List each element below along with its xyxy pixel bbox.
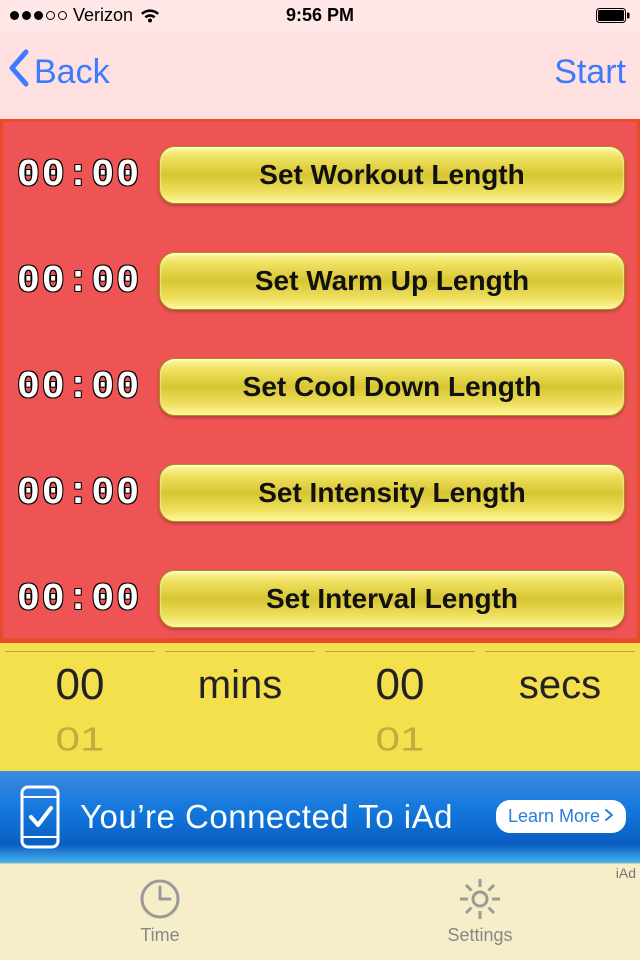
ad-text: You’re Connected To iAd [80, 798, 496, 836]
phone-check-icon [14, 783, 66, 851]
ad-banner[interactable]: You’re Connected To iAd Learn More [0, 771, 640, 863]
time-workout: 00:00 [15, 154, 143, 197]
learn-more-label: Learn More [508, 806, 600, 827]
time-cooldown: 00:00 [15, 366, 143, 409]
learn-more-button[interactable]: Learn More [496, 800, 626, 833]
tab-settings[interactable]: Settings [320, 864, 640, 960]
nav-bar: Back Start [0, 32, 640, 120]
time-picker[interactable]: 00 01 mins 00 01 secs [0, 641, 640, 770]
picker-seconds-value: 00 [376, 652, 425, 718]
gear-icon [458, 877, 502, 921]
signal-strength-icon [10, 11, 67, 20]
row-workout: 00:00 Set Workout Length [15, 146, 625, 204]
picker-seconds-label: secs [519, 652, 601, 718]
time-interval: 00:00 [15, 578, 143, 621]
set-interval-length-button[interactable]: Set Interval Length [159, 570, 625, 628]
picker-minutes-label: mins [198, 652, 282, 718]
back-button[interactable]: Back [6, 48, 110, 97]
picker-minutes-value: 00 [56, 652, 105, 718]
status-time: 9:56 PM [286, 5, 354, 26]
battery-icon [596, 8, 630, 23]
row-interval: 00:00 Set Interval Length [15, 570, 625, 628]
carrier-label: Verizon [73, 5, 133, 26]
picker-minutes-column[interactable]: 00 01 [0, 643, 160, 770]
status-bar: Verizon 9:56 PM [0, 0, 640, 32]
main-panel: 00:00 Set Workout Length 00:00 Set Warm … [0, 119, 640, 641]
picker-minutes-label-column: mins [160, 643, 320, 770]
clock-icon [138, 877, 182, 921]
tab-bar: Time Settings [0, 863, 640, 960]
row-cooldown: 00:00 Set Cool Down Length [15, 358, 625, 416]
picker-seconds-next: 01 [376, 724, 425, 757]
tab-time[interactable]: Time [0, 864, 320, 960]
set-workout-length-button[interactable]: Set Workout Length [159, 146, 625, 204]
ad-wrapper: You’re Connected To iAd Learn More iAd [0, 771, 640, 863]
picker-minutes-next: 01 [56, 724, 105, 757]
status-left: Verizon [10, 5, 161, 26]
back-label: Back [34, 53, 110, 92]
start-button[interactable]: Start [554, 53, 626, 92]
tab-time-label: Time [140, 925, 179, 946]
set-cool-down-length-button[interactable]: Set Cool Down Length [159, 358, 625, 416]
set-warm-up-length-button[interactable]: Set Warm Up Length [159, 252, 625, 310]
chevron-right-icon [604, 806, 614, 827]
time-warmup: 00:00 [15, 260, 143, 303]
wifi-icon [139, 8, 161, 24]
row-intensity: 00:00 Set Intensity Length [15, 464, 625, 522]
iad-tag: iAd [616, 865, 636, 881]
row-warmup: 00:00 Set Warm Up Length [15, 252, 625, 310]
picker-seconds-label-column: secs [480, 643, 640, 770]
chevron-left-icon [6, 48, 32, 97]
tab-settings-label: Settings [447, 925, 512, 946]
set-intensity-length-button[interactable]: Set Intensity Length [159, 464, 625, 522]
time-intensity: 00:00 [15, 472, 143, 515]
picker-seconds-column[interactable]: 00 01 [320, 643, 480, 770]
